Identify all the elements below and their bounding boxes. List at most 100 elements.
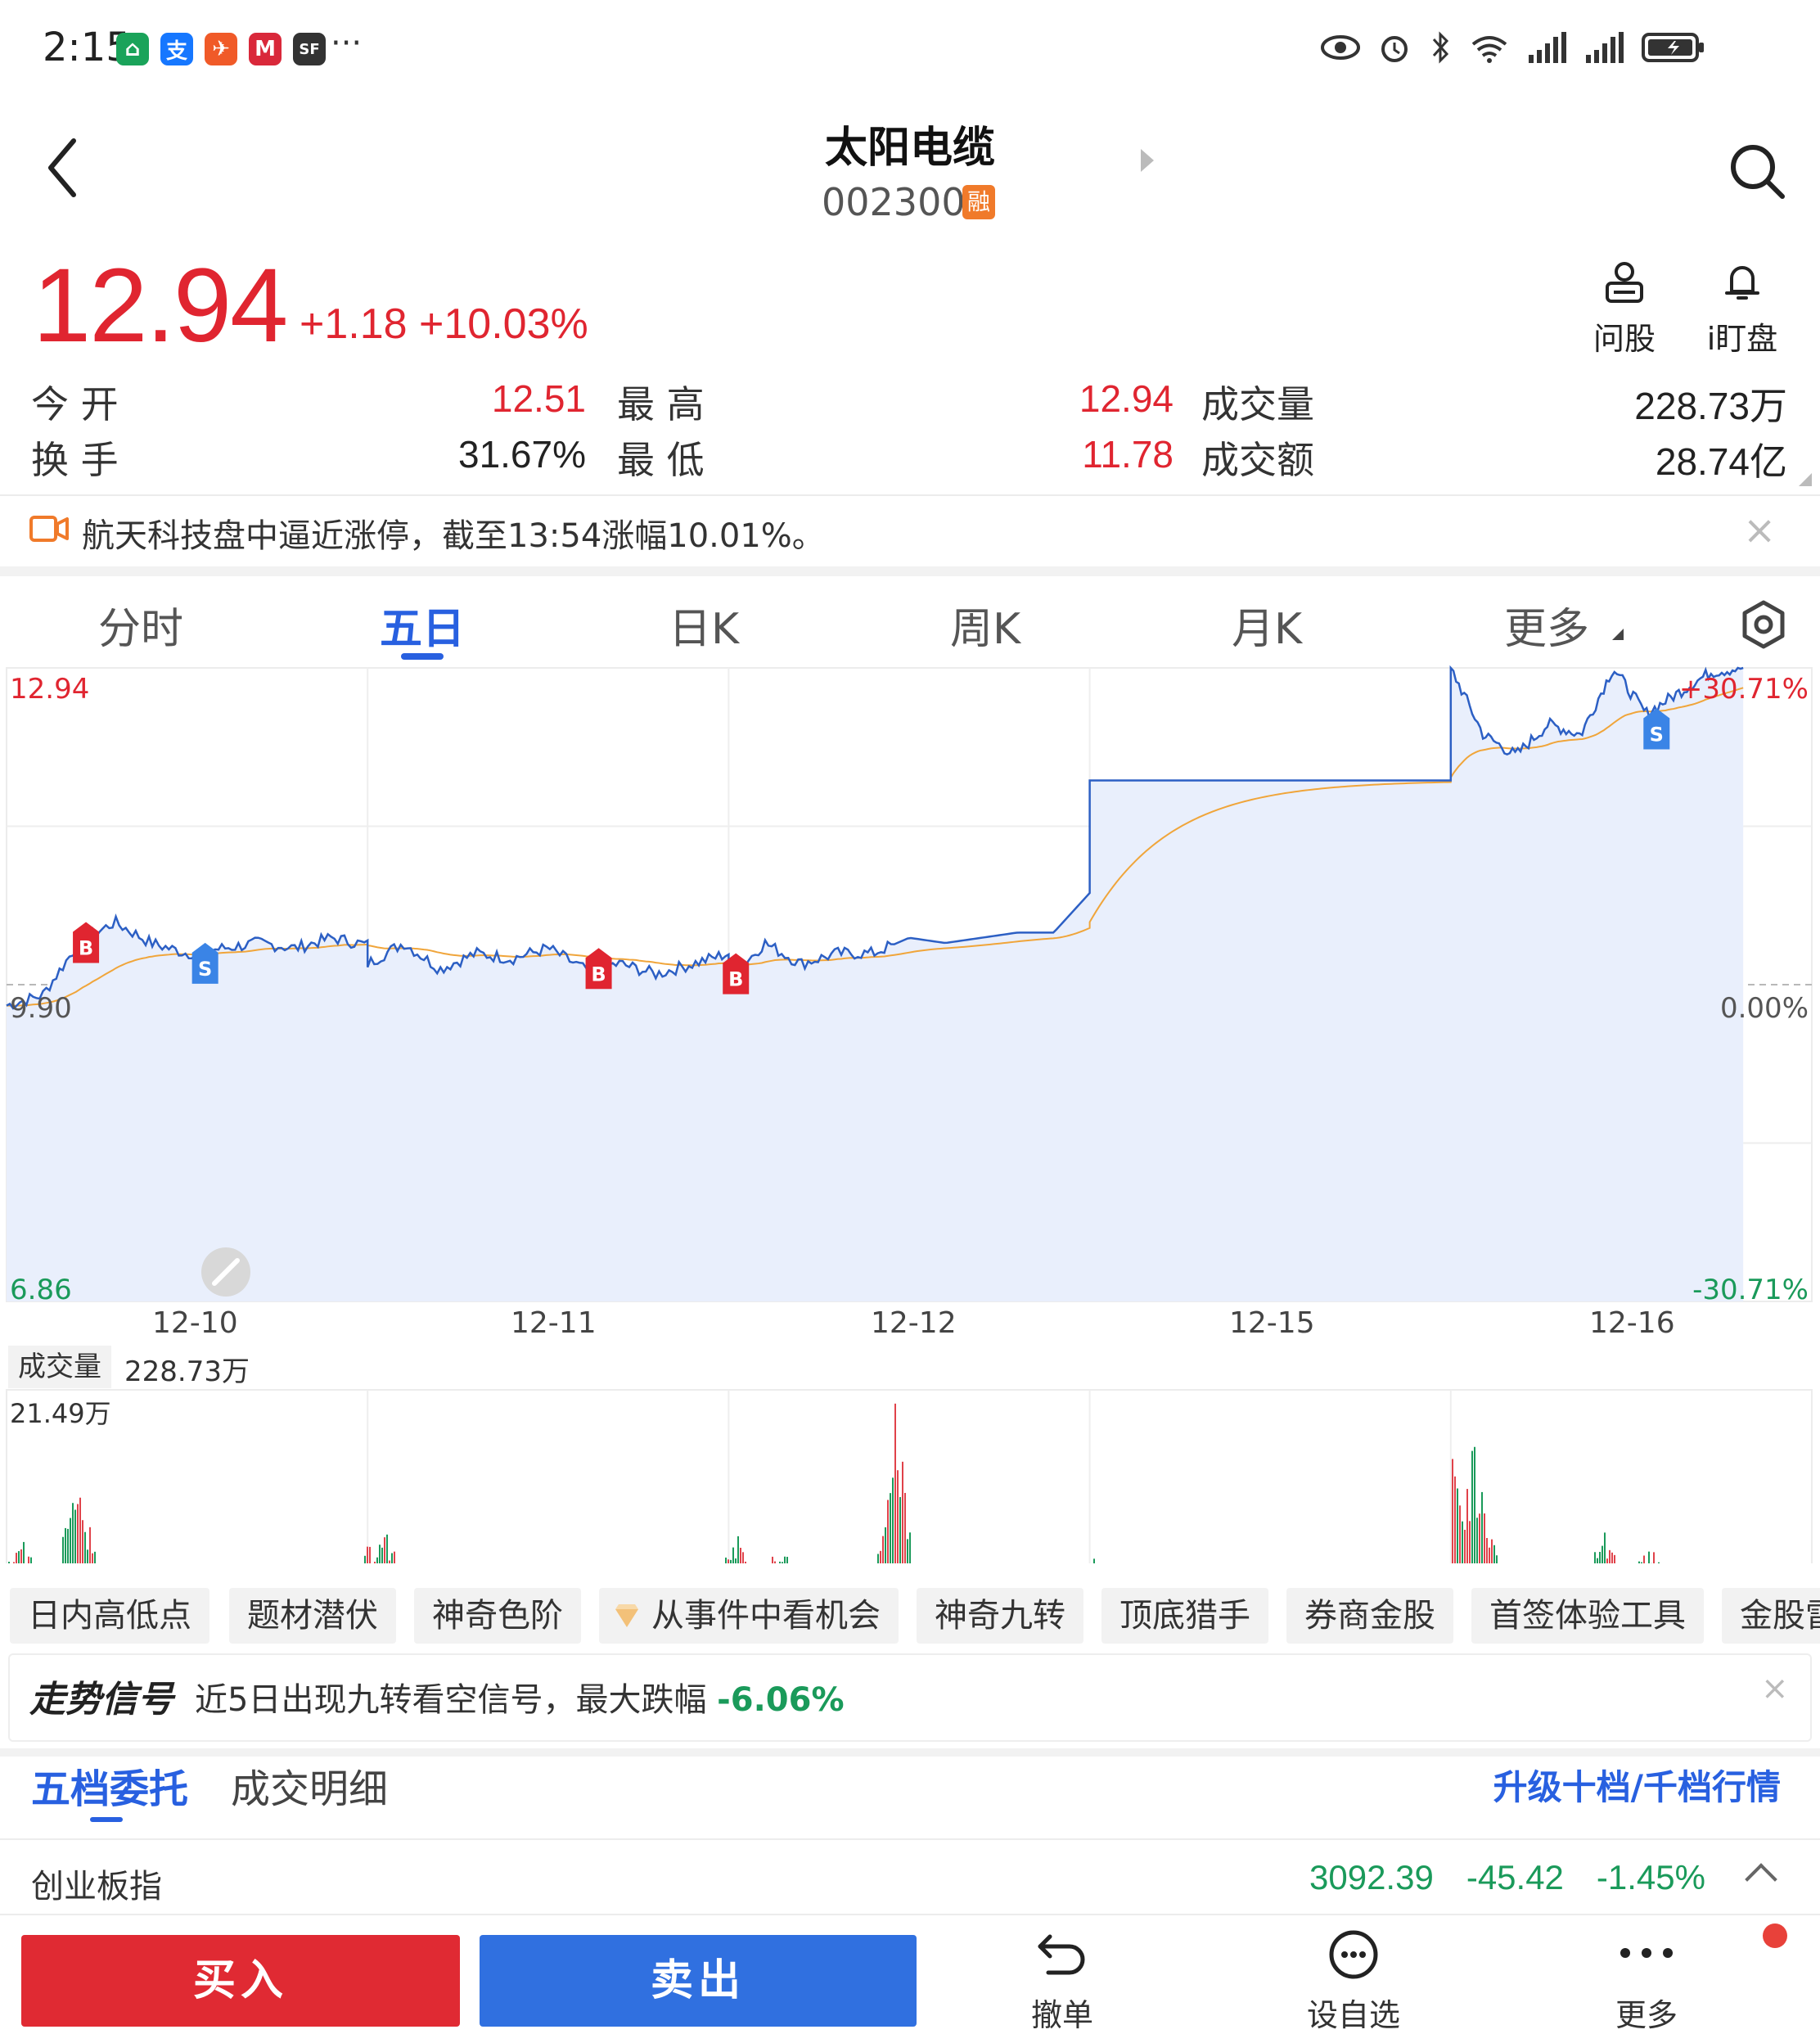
chip-event-opportunity[interactable]: 从事件中看机会 [599, 1588, 899, 1644]
svg-text:B: B [79, 936, 93, 959]
tab-daily-k[interactable]: 日K [622, 594, 786, 656]
next-stock-arrow-icon[interactable] [1141, 149, 1154, 172]
divider [0, 1914, 1820, 1915]
ask-stock-button[interactable]: 问股 [1579, 259, 1669, 359]
add-watchlist-button[interactable]: 设自选 [1288, 1928, 1419, 2035]
signal-value: -6.06% [717, 1681, 845, 1719]
volume-bar [30, 1557, 32, 1563]
tab-more[interactable]: 更多 [1465, 594, 1629, 656]
date-label: 12-12 [871, 1306, 957, 1340]
notice-close-icon[interactable]: × [1743, 507, 1776, 553]
ask-stock-label: 问股 [1592, 321, 1656, 357]
chip-top-bottom-hunter[interactable]: 顶底猎手 [1101, 1588, 1268, 1644]
chip-intraday-high-low[interactable]: 日内高低点 [10, 1588, 209, 1644]
index-name[interactable]: 创业板指 [31, 1860, 162, 1907]
volume-bar [1602, 1545, 1603, 1563]
cancel-order-button[interactable]: 撤单 [997, 1928, 1128, 2035]
buy-signal-marker[interactable]: B [73, 922, 100, 963]
tab-five-day[interactable]: 五日 [340, 594, 504, 656]
five-day-chart[interactable]: B S B B S [0, 663, 1820, 1563]
current-price: 12.94 [33, 247, 288, 364]
volume-bar [1638, 1561, 1640, 1563]
notice-text[interactable]: 航天科技盘中逼近涨停，截至13:54涨幅10.01%。 [82, 509, 825, 557]
volume-bar [880, 1550, 881, 1563]
volume-bar [1611, 1552, 1613, 1563]
index-value: 3092.39 [1309, 1858, 1434, 1896]
expand-corner-icon[interactable] [1799, 473, 1812, 486]
signal-title: 走势信号 [29, 1679, 173, 1721]
stat-value-turnover: 31.67% [457, 433, 586, 476]
diamond-icon [615, 1604, 638, 1627]
margin-badge: 融 [962, 185, 995, 219]
volume-bar [20, 1549, 22, 1563]
volume-bar [369, 1546, 371, 1563]
tab-weekly-k[interactable]: 周K [903, 594, 1067, 656]
volume-bar [1454, 1476, 1456, 1563]
volume-bar [909, 1532, 911, 1563]
bell-icon [1725, 266, 1759, 300]
price-area [7, 668, 1744, 1301]
upgrade-level2-link[interactable]: 升级十档/千档行情 [1493, 1760, 1781, 1810]
tab-five-level-orders[interactable]: 五档委托 [31, 1757, 188, 1814]
chip-golden-stock[interactable]: 金股雷 [1722, 1588, 1820, 1644]
volume-bar [1648, 1551, 1650, 1563]
more-button[interactable]: 更多 [1581, 1928, 1712, 2035]
stat-value-high: 12.94 [1079, 377, 1174, 420]
stock-code: 002300 [822, 180, 966, 224]
volume-bar [730, 1559, 732, 1563]
volume-bar [902, 1461, 903, 1563]
more-dots-icon [1620, 1948, 1673, 1958]
person-icon [1606, 262, 1643, 303]
volume-bar [62, 1536, 64, 1563]
volume-bar [384, 1537, 385, 1563]
chat-bubble-icon [1329, 1930, 1378, 1979]
volume-bar [735, 1558, 737, 1563]
buy-signal-marker[interactable]: B [585, 948, 612, 990]
signal-text-body: 近5日出现九转看空信号，最大跌幅 [195, 1681, 707, 1719]
stat-value-amount: 28.74亿 [1655, 440, 1787, 483]
volume-bar [882, 1536, 884, 1563]
volume-bar [1489, 1547, 1490, 1563]
buy-button[interactable]: 买入 [21, 1935, 460, 2027]
search-icon[interactable] [1725, 139, 1791, 205]
stat-label-turnover: 换 手 [31, 438, 119, 482]
volume-bar [890, 1493, 891, 1563]
tab-monthly-k[interactable]: 月K [1185, 594, 1349, 656]
chip-first-sign-tool[interactable]: 首签体验工具 [1471, 1588, 1704, 1644]
sf-express-icon: SF [293, 33, 326, 65]
date-label: 12-11 [511, 1306, 597, 1340]
tab-trade-details[interactable]: 成交明细 [231, 1757, 388, 1814]
stat-label-high: 最 高 [617, 382, 705, 426]
volume-bar [89, 1527, 91, 1563]
tab-intraday[interactable]: 分时 [59, 594, 223, 656]
chip-magic-nine[interactable]: 神奇九转 [917, 1588, 1083, 1644]
volume-bar [1606, 1558, 1608, 1563]
volume-bar [740, 1547, 741, 1563]
volume-bar [1599, 1551, 1601, 1563]
cancel-order-label: 撤单 [1030, 1997, 1093, 2033]
chevron-up-icon[interactable] [1745, 1863, 1777, 1896]
stat-label-open: 今 开 [31, 382, 119, 426]
volume-bar [77, 1504, 79, 1563]
volume-bar [737, 1536, 739, 1563]
volume-bar [1471, 1450, 1473, 1563]
date-label: 12-10 [152, 1306, 238, 1340]
index-change: -45.42 [1466, 1858, 1564, 1896]
alarm-icon [1381, 36, 1408, 62]
watch-button[interactable]: i盯盘 [1697, 259, 1787, 359]
volume-bar [772, 1556, 773, 1563]
volume-bar [1491, 1539, 1493, 1563]
volume-bar [389, 1560, 390, 1563]
volume-bar [779, 1561, 781, 1563]
chip-magic-color[interactable]: 神奇色阶 [414, 1588, 581, 1644]
volume-label: 成交量 [8, 1346, 111, 1388]
chip-theme-ambush[interactable]: 题材潜伏 [229, 1588, 396, 1644]
volume-bar [8, 1562, 10, 1563]
svg-text:S: S [198, 958, 212, 981]
price-change: +1.18 +10.03% [300, 300, 588, 348]
signal-close-icon[interactable]: × [1761, 1670, 1789, 1707]
settings-icon[interactable] [1738, 599, 1789, 650]
sell-button[interactable]: 卖出 [480, 1935, 917, 2027]
chip-broker-stocks[interactable]: 券商金股 [1286, 1588, 1453, 1644]
volume-bar [732, 1547, 734, 1563]
